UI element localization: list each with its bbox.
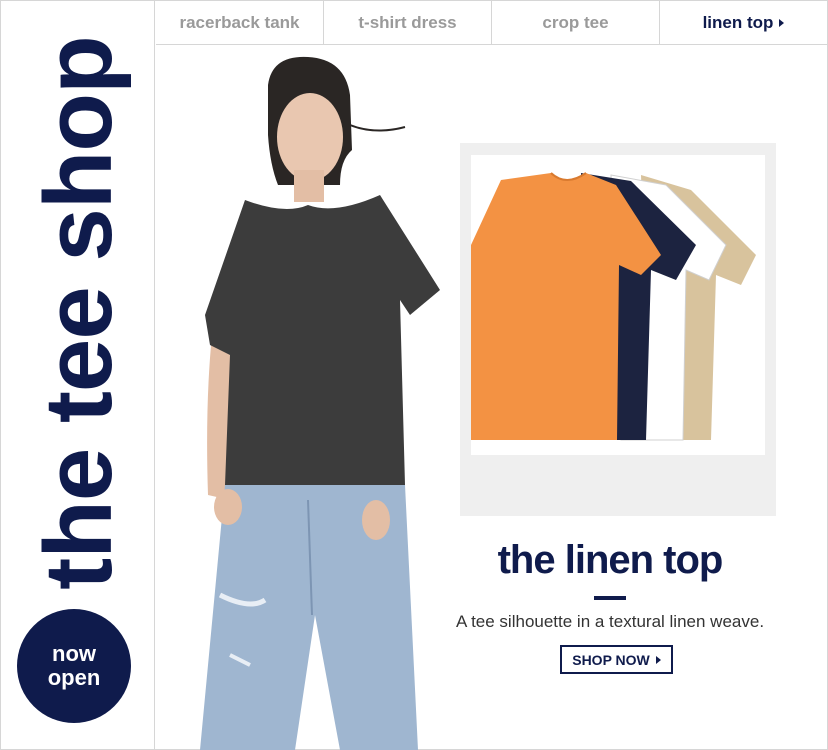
shop-now-label: SHOP NOW (572, 651, 650, 668)
nav-item-linen-top[interactable]: linen top (660, 1, 827, 44)
now-open-line-1: now (52, 641, 96, 666)
nav-item-crop-tee[interactable]: crop tee (492, 1, 660, 44)
feature-headline: the linen top (497, 538, 724, 582)
model-photo (200, 56, 440, 750)
caret-right-icon (779, 18, 785, 27)
product-photo (471, 155, 765, 455)
now-open-line-2: open (47, 665, 101, 690)
vertical-title: the tee shop (25, 36, 132, 590)
caret-right-icon (655, 655, 661, 664)
nav-item-label: racerback tank (179, 12, 300, 32)
nav-item-label: crop tee (542, 12, 609, 32)
nav-item-label: t-shirt dress (358, 12, 457, 32)
nav-item-racerback-tank[interactable]: racerback tank (156, 1, 324, 44)
stacked-tees-image (471, 172, 756, 441)
nav-item-tshirt-dress[interactable]: t-shirt dress (324, 1, 492, 44)
feature-subcopy: A tee silhouette in a textural linen wea… (455, 612, 765, 631)
now-open-badge[interactable]: now open (17, 609, 131, 723)
product-panel[interactable] (460, 143, 776, 516)
shop-now-button[interactable]: SHOP NOW (560, 645, 673, 674)
top-nav: racerback tank t-shirt dress crop tee li… (156, 1, 827, 45)
headline-divider (594, 596, 626, 600)
nav-item-label: linen top (702, 12, 774, 32)
